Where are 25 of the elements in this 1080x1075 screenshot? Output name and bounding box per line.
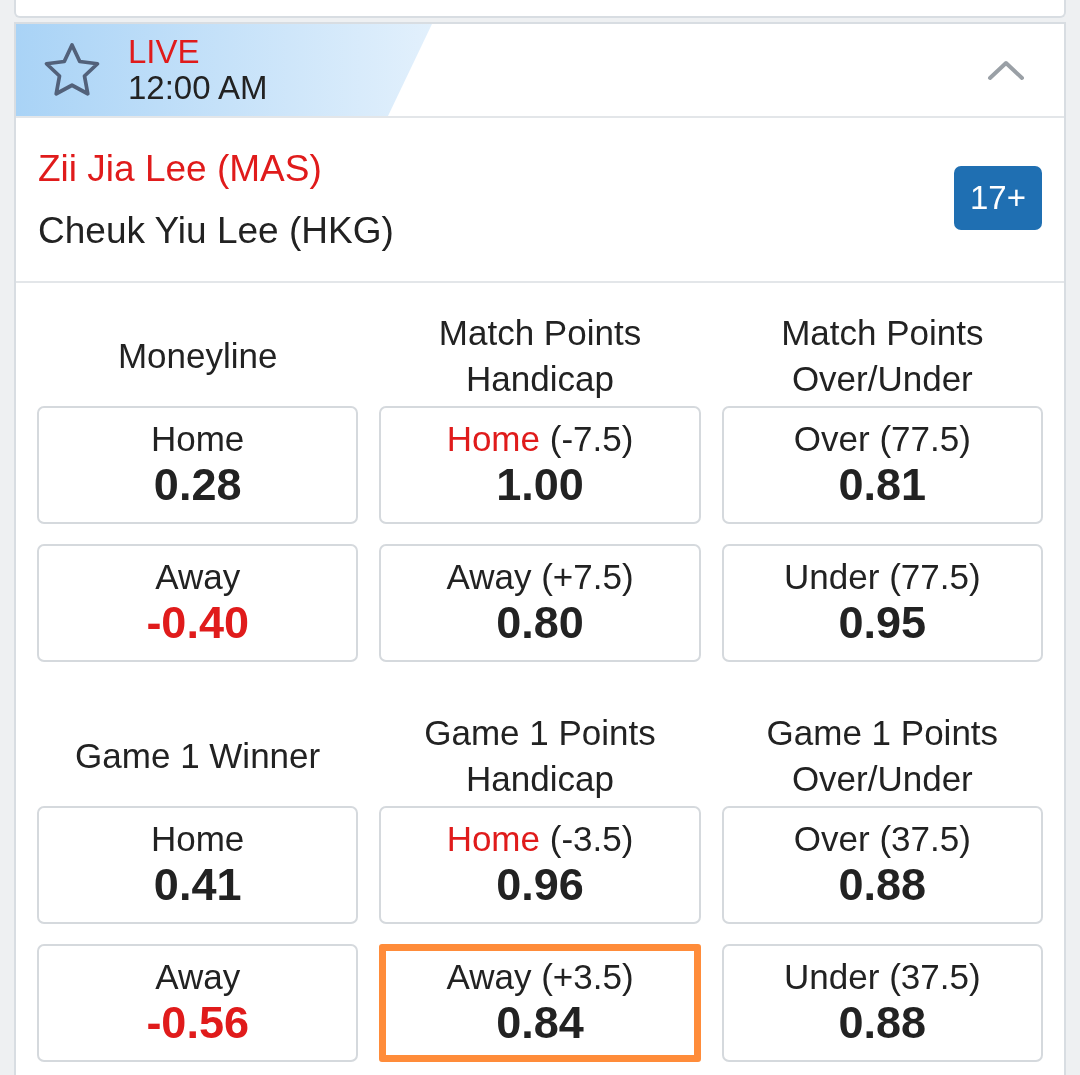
market-title: Game 1 Winner [75, 734, 321, 777]
odds-button[interactable]: Home 0.28 [37, 406, 359, 524]
odds-button[interactable]: Away (+3.5) 0.84 [379, 944, 701, 1062]
odds-button[interactable]: Over (37.5) 0.88 [721, 806, 1043, 924]
odds-button[interactable]: Home (-3.5) 0.96 [379, 806, 701, 924]
odds-button[interactable]: Over (77.5) 0.81 [721, 406, 1043, 524]
market-title: Game 1 Points Over/Under [765, 711, 1000, 800]
odds-button[interactable]: Under (37.5) 0.88 [721, 944, 1043, 1062]
market-title: Moneyline [117, 334, 278, 377]
odds-button[interactable]: Away -0.40 [37, 544, 359, 662]
odds-button[interactable]: Home 0.41 [37, 806, 359, 924]
odds-button[interactable]: Away (+7.5) 0.80 [379, 544, 701, 662]
team-name: Zii Jia Lee (MAS) [38, 147, 323, 190]
team-name: Cheuk Yiu Lee (HKG) [38, 209, 394, 252]
odds-button[interactable]: Away -0.56 [37, 944, 359, 1062]
more-markets-button[interactable]: 17+ [954, 165, 1042, 230]
odds-button[interactable]: Under (77.5) 0.95 [721, 544, 1043, 662]
market-title: Game 1 Points Handicap [423, 711, 657, 800]
live-status: LIVE [128, 34, 201, 70]
star-icon[interactable] [42, 41, 102, 99]
market-title: Match Points Over/Under [780, 311, 985, 400]
chevron-icon[interactable] [986, 58, 1026, 82]
market-title: Match Points Handicap [437, 311, 643, 400]
match-time: 12:00 AM [128, 70, 268, 106]
odds-button[interactable]: Home (-7.5) 1.00 [379, 406, 701, 524]
